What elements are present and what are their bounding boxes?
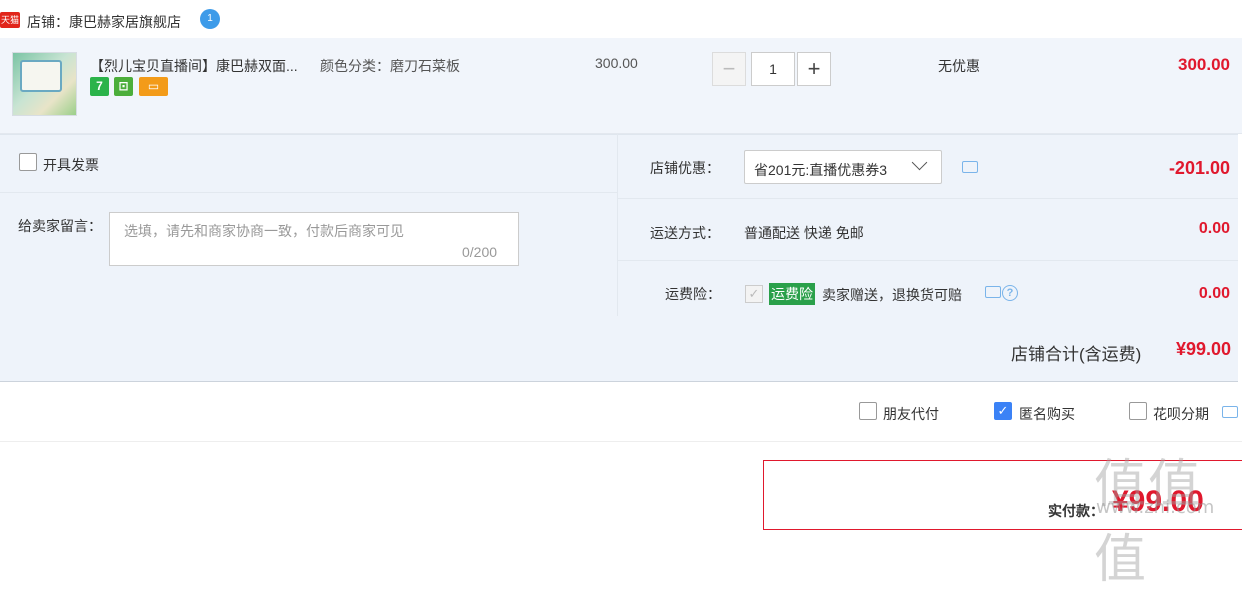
unit-price: 300.00 [595,55,638,71]
service-guarantee-icon: ⊡ [114,77,133,96]
tmall-badge: 天猫 [0,12,20,28]
credit-card-icon: ▭ [139,77,168,96]
shop-discount-selected[interactable]: 省201元:直播优惠券3 [754,160,887,180]
watermark-url: www.zhi.com [1096,497,1215,518]
invoice-checkbox[interactable] [19,153,37,171]
insurance-amount: 0.00 [1198,285,1230,302]
shop-header [0,0,1242,39]
shop-total-value: ¥99.00 [1175,339,1231,359]
message-char-count: 0/200 [462,244,498,260]
invoice-label[interactable]: 开具发票 [43,155,99,175]
quantity-input[interactable]: 1 [751,52,795,86]
shop-discount-amount: -201.00 [1168,158,1230,178]
huabei-checkbox[interactable] [1129,402,1147,420]
product-sku: 颜色分类：磨刀石菜板 [320,58,460,74]
item-subtotal: 300.00 [1178,55,1230,74]
wangwang-chat-icon[interactable]: 1 [200,9,220,29]
shop-name-link[interactable]: 店铺：康巴赫家居旗舰店 [27,12,181,32]
shipping-amount: 0.00 [1198,220,1230,237]
order-item-row [0,38,1242,134]
insurance-checkbox: ✓ [745,285,763,303]
friend-pay-checkbox[interactable] [859,402,877,420]
divider [0,192,617,193]
quantity-increase-button[interactable]: + [797,52,831,86]
anonymous-checkbox[interactable]: ✓ [994,402,1012,420]
shop-total-label: 店铺合计(含运费) [1011,345,1142,364]
comment-icon[interactable] [962,161,978,173]
message-label: 给卖家留言： [18,218,102,234]
shop-discount-label: 店铺优惠： [650,160,720,176]
comment-icon[interactable] [1222,406,1238,418]
shipping-label: 运送方式： [650,225,720,241]
insurance-description: 卖家赠送，退换货可赔 [822,287,962,303]
divider [618,260,1238,261]
anonymous-label[interactable]: 匿名购买 [1019,404,1075,424]
seven-day-return-icon: 7 [90,77,109,96]
comment-icon[interactable] [985,286,1001,298]
shipping-method: 普通配送 快递 免邮 [744,225,864,241]
insurance-tag: 运费险 [769,283,815,305]
item-promotion: 无优惠 [938,58,980,74]
friend-pay-label[interactable]: 朋友代付 [883,404,939,424]
insurance-label: 运费险： [665,286,721,302]
product-title-link[interactable]: 【烈儿宝贝直播间】康巴赫双面... [90,56,298,76]
help-icon[interactable]: ? [1002,285,1018,301]
quantity-decrease-button[interactable]: − [712,52,746,86]
divider [617,134,618,316]
divider [618,198,1238,199]
cutting-board-image-icon [20,60,62,92]
seller-message-placeholder: 选填，请先和商家协商一致，付款后商家可见 [124,223,404,239]
huabei-label[interactable]: 花呗分期 [1153,404,1209,424]
